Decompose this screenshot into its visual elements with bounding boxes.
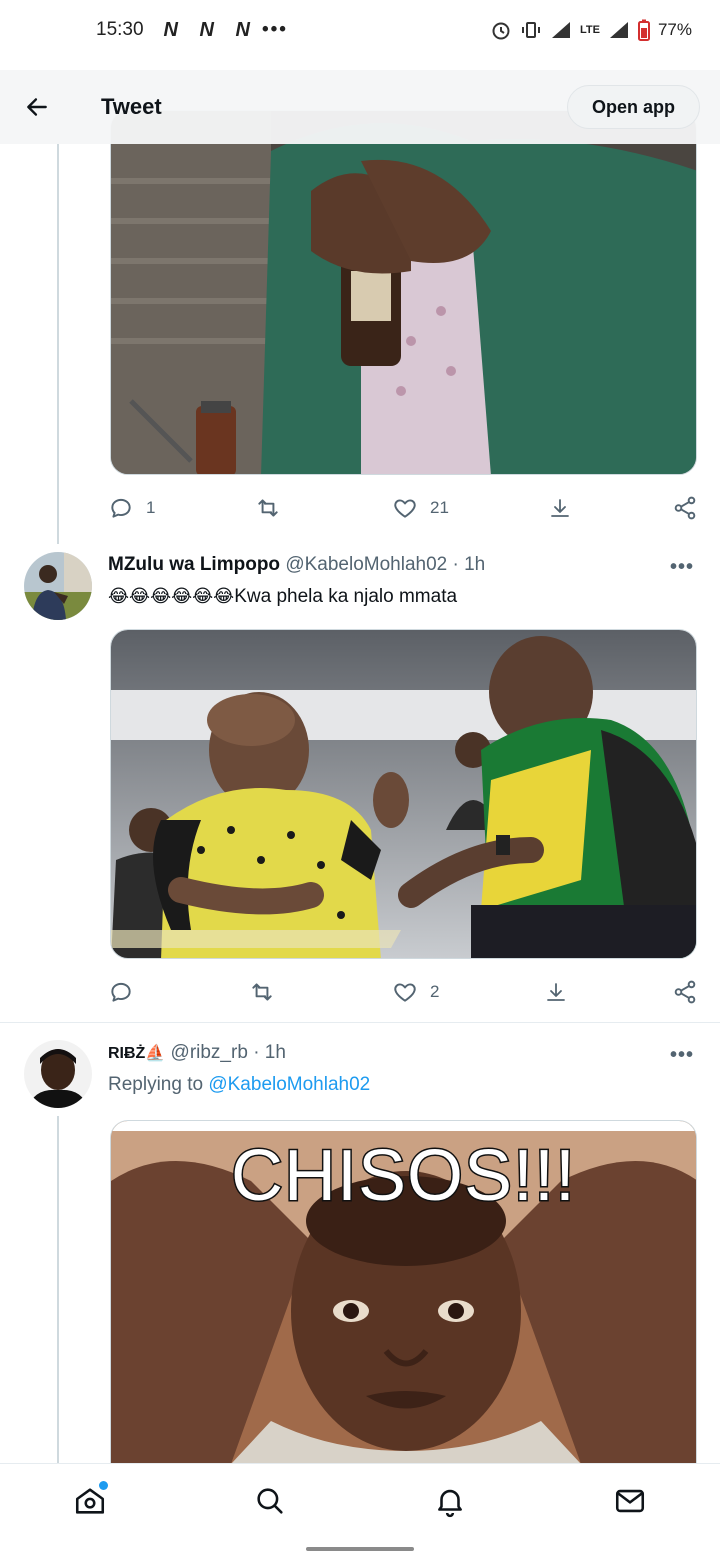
- like-count: 2: [430, 982, 440, 1001]
- page-title: Tweet: [101, 94, 162, 119]
- signal-icon: [550, 20, 572, 40]
- tweet-actions: 2: [108, 974, 700, 1010]
- tweet-emojis: 😂😂😂😂😂😂: [108, 586, 235, 606]
- thread-line: [57, 1116, 59, 1463]
- battery-percent: 77%: [657, 20, 692, 39]
- tweet-actions: 1 21: [108, 490, 700, 526]
- tweet-image[interactable]: [110, 629, 697, 959]
- tweet-text: 😂😂😂😂😂😂Kwa phela ka njalo mmata: [108, 586, 457, 608]
- alarm-icon: [490, 19, 512, 41]
- tweet-image[interactable]: CHISOS!!!: [110, 1120, 697, 1463]
- user-handle[interactable]: @KabeloMohlah02: [285, 554, 447, 575]
- network-type: LTE: [580, 24, 600, 36]
- more-notifications-icon: •••: [262, 19, 288, 40]
- reply-button[interactable]: 1: [108, 495, 155, 521]
- retweet-button[interactable]: [254, 495, 282, 521]
- more-options-button[interactable]: •••: [670, 556, 694, 579]
- vibrate-icon: [520, 19, 542, 41]
- reply-handle-link[interactable]: @KabeloMohlah02: [208, 1074, 370, 1095]
- open-app-button[interactable]: Open app: [566, 85, 700, 129]
- reply-button[interactable]: [108, 979, 134, 1005]
- tweet-image[interactable]: [110, 110, 697, 475]
- share-icon: [674, 496, 696, 520]
- like-button[interactable]: 2: [392, 979, 439, 1005]
- arrow-left-icon: [27, 98, 47, 116]
- share-icon: [674, 980, 696, 1004]
- download-icon: [547, 983, 565, 1001]
- nav-home[interactable]: [60, 1471, 120, 1531]
- reply-prefix: Replying to: [108, 1074, 204, 1095]
- download-button[interactable]: [544, 979, 568, 1005]
- bottom-navigation: [0, 1463, 720, 1537]
- signal-icon-2: [608, 20, 630, 40]
- like-button[interactable]: 21: [392, 495, 449, 521]
- battery-icon: [637, 19, 650, 41]
- retweet-icon: [258, 499, 278, 517]
- share-button[interactable]: [672, 495, 698, 521]
- retweet-icon: [252, 983, 272, 1001]
- share-button[interactable]: [672, 979, 698, 1005]
- bell-icon: [438, 1489, 462, 1517]
- user-handle[interactable]: @ribz_rb: [171, 1042, 248, 1063]
- retweet-button[interactable]: [248, 979, 276, 1005]
- tweet-time: · 1h: [452, 554, 486, 575]
- nav-search[interactable]: [240, 1471, 300, 1531]
- tweet-body: Kwa phela ka njalo mmata: [234, 586, 458, 607]
- search-icon: [257, 1487, 283, 1514]
- status-time: 15:30: [96, 19, 144, 40]
- mail-icon: [615, 1489, 645, 1512]
- reply-icon: [111, 982, 131, 1002]
- thread-line: [57, 144, 59, 544]
- download-icon: [551, 499, 569, 517]
- display-name[interactable]: MZulu wa Limpopo: [108, 554, 280, 575]
- display-name[interactable]: RIɃŻ⛵: [108, 1045, 165, 1062]
- notification-icons: N N N: [163, 18, 258, 41]
- notification-dot: [99, 1480, 108, 1490]
- status-bar: 15:30 N N N ••• LTE 77%: [0, 0, 720, 60]
- like-count: 21: [430, 498, 449, 517]
- meme-caption: CHISOS!!!: [229, 1135, 577, 1218]
- top-header: Tweet Open app: [0, 70, 720, 144]
- download-button[interactable]: [548, 495, 572, 521]
- avatar[interactable]: [24, 1040, 92, 1108]
- nav-messages[interactable]: [600, 1471, 660, 1531]
- gesture-bar[interactable]: [306, 1547, 414, 1551]
- avatar[interactable]: [24, 552, 92, 620]
- heart-icon: [394, 983, 416, 1002]
- tweet-divider: [0, 1022, 720, 1023]
- reply-count: 1: [146, 498, 156, 517]
- replying-to: Replying to @KabeloMohlah02: [108, 1074, 370, 1096]
- nav-notifications[interactable]: [420, 1471, 480, 1531]
- more-options-button[interactable]: •••: [670, 1044, 694, 1067]
- tweet-header: MZulu wa Limpopo @KabeloMohlah02 · 1h: [108, 554, 485, 576]
- reply-icon: [111, 498, 131, 518]
- tweet-time: · 1h: [253, 1042, 286, 1063]
- back-button[interactable]: [0, 70, 74, 144]
- heart-icon: [394, 499, 416, 518]
- tweet-header: RIɃŻ⛵ @ribz_rb · 1h: [108, 1042, 286, 1064]
